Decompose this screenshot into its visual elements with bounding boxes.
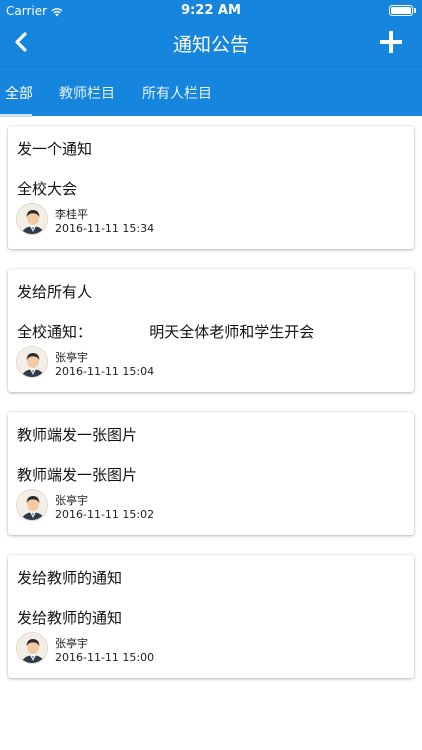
notice-author: 张亭宇 [55, 494, 88, 507]
notice-title: 发一个通知 [17, 140, 93, 158]
notice-author: 张亭宇 [55, 637, 88, 650]
avatar [16, 632, 48, 664]
notice-title: 发给所有人 [17, 283, 93, 301]
add-notice-button[interactable] [374, 27, 408, 61]
notice-time: 2016-11-11 15:00 [55, 651, 155, 664]
tab-teachers[interactable]: 教师栏目 [59, 83, 115, 103]
page-title: 通知公告 [172, 34, 249, 56]
notice-body: 教师端发一张图片 [17, 466, 138, 484]
app-header: Carrier 9:22 AM 通知公告 全部 教师栏目 所有人栏目 [0, 0, 422, 117]
tab-everyone[interactable]: 所有人栏目 [142, 83, 212, 103]
avatar [16, 203, 48, 235]
notice-time: 2016-11-11 15:02 [55, 508, 155, 521]
plus-icon [380, 31, 402, 57]
category-tabs: 全部 教师栏目 所有人栏目 [0, 66, 422, 117]
tab-all[interactable]: 全部 [5, 83, 33, 103]
nav-bar: 通知公告 [0, 22, 422, 66]
avatar [16, 489, 48, 521]
active-tab-indicator [0, 114, 32, 117]
status-bar: Carrier 9:22 AM [0, 0, 422, 22]
battery-icon [389, 5, 416, 16]
notice-author: 张亭宇 [55, 351, 88, 364]
notice-card[interactable]: 教师端发一张图片 教师端发一张图片 张亭宇 2016-11-11 15:02 [8, 412, 414, 535]
notice-title: 教师端发一张图片 [17, 426, 138, 444]
notice-card[interactable]: 发给所有人 全校通知： 明天全体老师和学生开会 张亭宇 2016-11-11 1… [8, 269, 414, 392]
notice-body: 全校大会 [17, 180, 78, 198]
status-time: 9:22 AM [181, 3, 241, 18]
notice-author: 李桂平 [55, 208, 88, 221]
notice-time: 2016-11-11 15:04 [55, 365, 155, 378]
notice-time: 2016-11-11 15:34 [55, 222, 155, 235]
avatar [16, 346, 48, 378]
notice-title: 发给教师的通知 [17, 569, 123, 587]
notice-body: 发给教师的通知 [17, 609, 123, 627]
notice-card[interactable]: 发给教师的通知 发给教师的通知 张亭宇 2016-11-11 15:00 [8, 555, 414, 678]
notice-body: 全校通知： 明天全体老师和学生开会 [17, 323, 315, 341]
notice-card[interactable]: 发一个通知 全校大会 李桂平 2016-11-11 15:34 [8, 126, 414, 249]
